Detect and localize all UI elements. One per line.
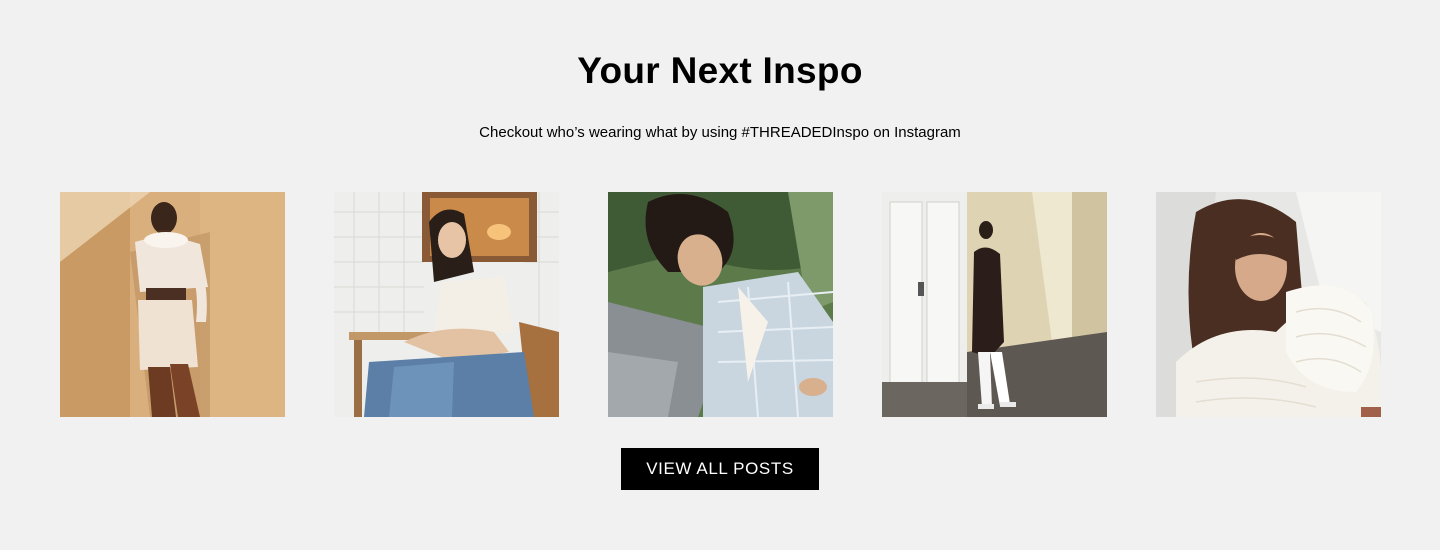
post-image-1 — [60, 192, 285, 417]
view-all-posts-button[interactable]: VIEW ALL POSTS — [621, 448, 819, 490]
post-image-5 — [1156, 192, 1381, 417]
section-title: Your Next Inspo — [577, 50, 863, 91]
post-image-4 — [882, 192, 1107, 417]
instagram-post-5[interactable] — [1156, 192, 1381, 417]
instagram-post-3[interactable] — [608, 192, 833, 417]
instagram-post-2[interactable] — [334, 192, 559, 417]
post-image-3 — [608, 192, 833, 417]
post-image-2 — [334, 192, 559, 417]
inspo-section: Your Next Inspo Checkout who’s wearing w… — [0, 0, 1440, 550]
instagram-post-4[interactable] — [882, 192, 1107, 417]
section-subtitle: Checkout who’s wearing what by using #TH… — [479, 124, 961, 141]
instagram-grid — [60, 192, 1381, 417]
instagram-post-1[interactable] — [60, 192, 285, 417]
